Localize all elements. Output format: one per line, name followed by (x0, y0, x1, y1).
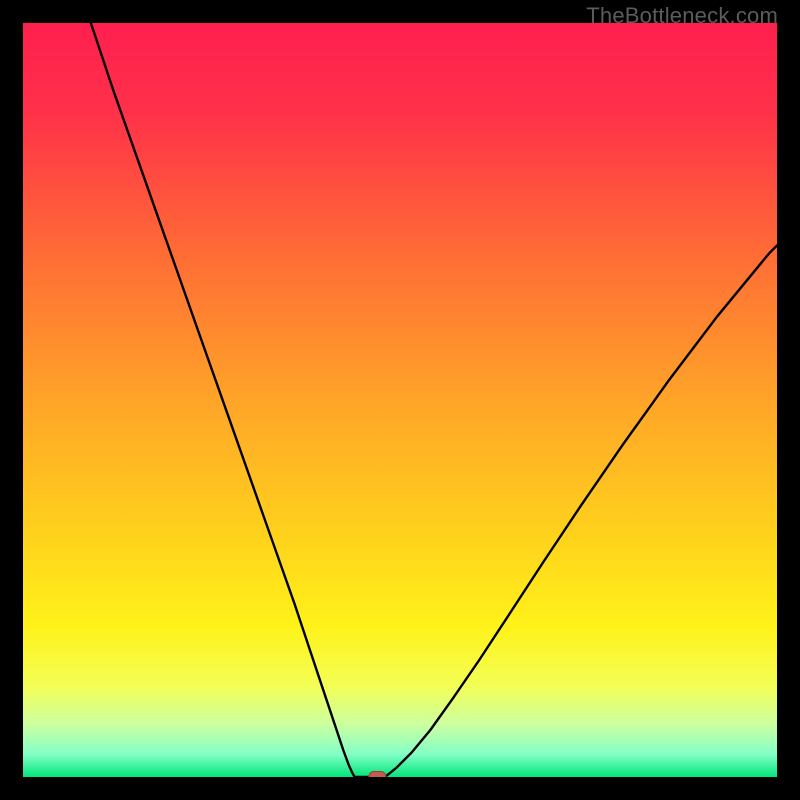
gradient-background (23, 23, 777, 777)
plot-area (23, 23, 777, 777)
chart-svg (23, 23, 777, 777)
optimal-point-marker (369, 772, 386, 778)
outer-frame: TheBottleneck.com (0, 0, 800, 800)
watermark-text: TheBottleneck.com (586, 3, 778, 29)
